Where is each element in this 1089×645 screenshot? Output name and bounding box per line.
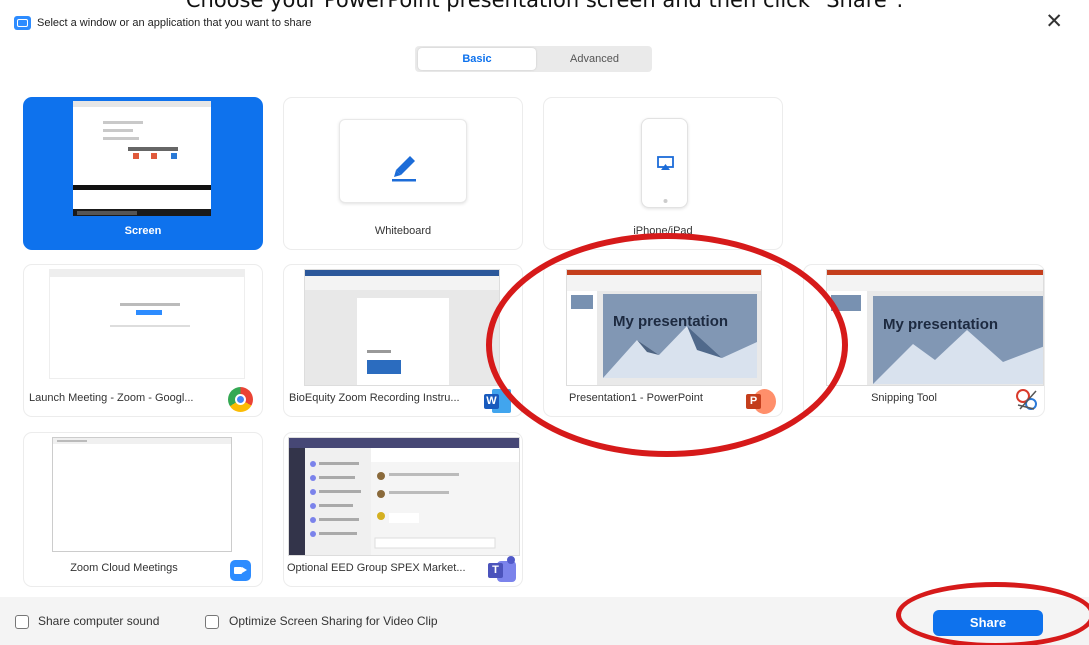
share-computer-sound-checkbox[interactable] xyxy=(15,615,29,629)
tile-label: Zoom Cloud Meetings xyxy=(70,562,178,574)
close-icon[interactable]: ✕ xyxy=(1045,11,1063,32)
zoom-window-thumbnail xyxy=(52,437,232,552)
phone-frame xyxy=(641,118,688,208)
dialog-footer: Share computer sound Optimize Screen Sha… xyxy=(0,597,1089,645)
screen-thumbnail xyxy=(72,100,212,217)
tile-label: Optional EED Group SPEX Market... xyxy=(287,562,466,574)
slide-title: My presentation xyxy=(613,313,729,330)
share-tile-chrome-window[interactable]: Launch Meeting - Zoom - Googl... xyxy=(23,264,263,417)
optimize-video-label: Optimize Screen Sharing for Video Clip xyxy=(229,614,438,628)
title-bar: Select a window or an application that y… xyxy=(0,10,1089,36)
tile-label: Screen xyxy=(124,225,162,237)
dialog-title: Select a window or an application that y… xyxy=(37,17,312,29)
share-mode-tabs: Basic Advanced xyxy=(415,46,652,72)
share-tile-word-window[interactable]: BioEquity Zoom Recording Instru... W xyxy=(283,264,523,417)
share-tile-teams-window[interactable]: Optional EED Group SPEX Market... T xyxy=(283,432,523,587)
word-icon: W xyxy=(484,389,511,413)
teams-icon: T xyxy=(488,556,516,582)
tile-label: BioEquity Zoom Recording Instru... xyxy=(289,392,460,404)
tab-basic[interactable]: Basic xyxy=(418,48,536,70)
powerpoint-icon: P xyxy=(746,389,776,414)
powerpoint-window-thumbnail: My presentation xyxy=(566,269,762,386)
share-tile-whiteboard[interactable]: Whiteboard xyxy=(283,97,523,250)
optimize-video-checkbox[interactable] xyxy=(205,615,219,629)
snipping-tool-thumbnail: My presentation xyxy=(826,269,1044,386)
tile-label: Presentation1 - PowerPoint xyxy=(569,392,703,404)
airplay-icon xyxy=(657,156,674,203)
tile-label: Launch Meeting - Zoom - Googl... xyxy=(29,392,194,404)
zoom-icon xyxy=(230,560,251,581)
tile-label: Whiteboard xyxy=(374,225,432,237)
share-tile-zoom-cloud-meetings[interactable]: Zoom Cloud Meetings xyxy=(23,432,263,587)
share-tile-powerpoint-window[interactable]: My presentation Presentation1 - PowerPoi… xyxy=(543,264,783,417)
zoom-app-icon xyxy=(14,16,31,30)
snipping-tool-icon xyxy=(1014,387,1040,413)
chrome-icon xyxy=(228,387,253,412)
teams-window-thumbnail xyxy=(288,437,520,556)
whiteboard-canvas xyxy=(339,119,467,203)
share-tile-iphone-ipad[interactable]: iPhone/iPad xyxy=(543,97,783,250)
tab-advanced[interactable]: Advanced xyxy=(537,46,652,72)
word-window-thumbnail xyxy=(304,269,500,386)
share-computer-sound-label: Share computer sound xyxy=(38,614,160,628)
share-tile-screen[interactable]: Screen xyxy=(23,97,263,250)
tile-label: iPhone/iPad xyxy=(633,225,693,237)
chrome-window-thumbnail xyxy=(49,269,245,379)
share-button[interactable]: Share xyxy=(933,610,1043,636)
share-tile-snipping-tool[interactable]: My presentation Snipping Tool xyxy=(803,264,1045,417)
slide-title: My presentation xyxy=(883,316,999,333)
pencil-icon xyxy=(392,156,416,182)
tile-label: Snipping Tool xyxy=(871,392,937,404)
